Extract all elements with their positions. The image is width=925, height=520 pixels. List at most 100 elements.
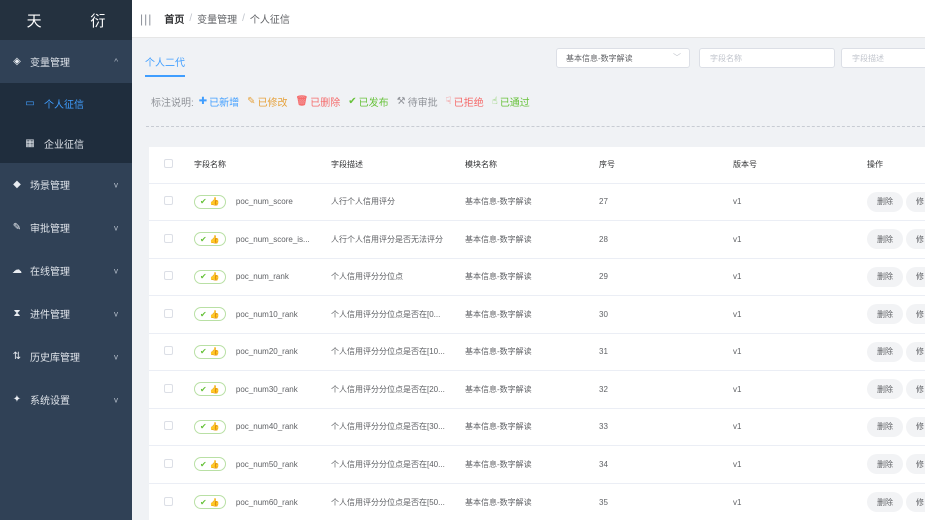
column-header: 版本号 [733, 147, 867, 183]
breadcrumb-variable-management[interactable]: 变量管理 [197, 11, 237, 26]
table-row[interactable]: ✔ 👍 poc_num20_rank 个人信用评分分位点是否在[10... 基本… [149, 332, 925, 371]
select-all-checkbox[interactable] [164, 159, 173, 169]
version: v1 [733, 182, 867, 221]
pencil-icon: ✎ [247, 96, 256, 107]
table-row[interactable]: ✔ 👍 poc_num_score 人行个人信用评分 基本信息-数字解读 27 … [149, 182, 925, 221]
delete-button[interactable]: 删除 [867, 341, 903, 362]
edit-button[interactable]: 修 [906, 229, 925, 250]
table-row[interactable]: ✔ 👍 poc_num60_rank 个人信用评分分位点是否在[50... 基本… [149, 482, 925, 520]
hamburger-icon[interactable]: ||| [140, 12, 152, 26]
sidebar-item-scene-management[interactable]: ◆ 场景管理 v [0, 163, 132, 206]
seq-number: 31 [599, 332, 733, 371]
sidebar-item-enterprise-credit[interactable]: ▦ 企业征信 [0, 123, 132, 163]
field-desc: 人行个人信用评分是否无法评分 [331, 220, 465, 258]
field-desc: 个人信用评分分位点是否在[40... [331, 445, 465, 483]
edit-button[interactable]: 修 [906, 379, 925, 400]
edit-button[interactable]: 修 [906, 304, 925, 325]
module-select-value: 基本信息-数字解读 [566, 54, 633, 63]
status-badge: ✔ 👍 [194, 232, 226, 247]
edit-button[interactable]: 修 [906, 416, 925, 437]
trash-icon: 🗑 [295, 96, 309, 107]
table-row[interactable]: ✔ 👍 poc_num40_rank 个人信用评分分位点是否在[30... 基本… [149, 407, 925, 446]
delete-button[interactable]: 删除 [867, 492, 903, 512]
cubes-icon: ◈ [13, 56, 21, 67]
check-icon: ✔ [200, 347, 207, 357]
sidebar-item-progress-management[interactable]: ⧗ 进件管理 v [0, 292, 132, 335]
row-checkbox[interactable] [164, 383, 173, 393]
table-header-row: 字段名称 字段描述 模块名称 序号 版本号 操作 [149, 147, 925, 183]
sidebar-item-online-management[interactable]: ☁ 在线管理 v [0, 249, 132, 292]
sidebar-item-system-settings[interactable]: ✦ 系统设置 v [0, 378, 132, 421]
edit-button[interactable]: 修 [906, 341, 925, 362]
module-select[interactable]: 基本信息-数字解读 ﹀ [556, 48, 690, 68]
delete-button[interactable]: 删除 [867, 229, 903, 250]
row-checkbox[interactable] [164, 233, 173, 243]
chevron-down-icon: v [114, 395, 118, 404]
field-name: poc_num30_rank [235, 384, 298, 394]
tab-personal-second-gen[interactable]: 个人二代 [145, 54, 185, 77]
legend-item-published: ✔ 已发布 [348, 94, 388, 109]
thumbs-up-icon: 👍 [209, 309, 220, 319]
delete-button[interactable]: 删除 [867, 379, 903, 400]
field-desc: 个人信用评分分位点是否在[30... [331, 407, 465, 446]
legend-text: 已通过 [499, 98, 530, 109]
row-checkbox[interactable] [164, 271, 173, 281]
edit-button[interactable]: 修 [906, 492, 925, 512]
row-checkbox[interactable] [164, 496, 173, 506]
sidebar-item-history-management[interactable]: ⇅ 历史库管理 v [0, 335, 132, 378]
sidebar-item-variable-management[interactable]: ◈ 变量管理 ^ [0, 40, 132, 83]
table-body: ✔ 👍 poc_num_score 人行个人信用评分 基本信息-数字解读 27 … [149, 182, 925, 520]
row-checkbox[interactable] [164, 346, 173, 356]
table-row[interactable]: ✔ 👍 poc_num10_rank 个人信用评分分位点是否在[0... 基本信… [149, 295, 925, 333]
field-name-input[interactable]: 字段名称 [699, 48, 835, 68]
seq-number: 27 [599, 182, 733, 221]
gavel-icon: ⚒ [396, 96, 406, 107]
row-checkbox[interactable] [164, 196, 173, 206]
field-name: poc_num10_rank [235, 309, 298, 319]
delete-button[interactable]: 删除 [867, 304, 903, 325]
sidebar-item-label: 企业征信 [44, 139, 84, 151]
edit-button[interactable]: 修 [906, 454, 925, 475]
module-name: 基本信息-数字解读 [465, 370, 599, 408]
row-checkbox[interactable] [164, 458, 173, 468]
legend-label: 标注说明: [151, 98, 194, 109]
delete-button[interactable]: 删除 [867, 266, 903, 287]
table-row[interactable]: ✔ 👍 poc_num_score_is... 人行个人信用评分是否无法评分 基… [149, 220, 925, 258]
row-checkbox[interactable] [164, 308, 173, 318]
divider [146, 126, 925, 127]
thumbs-up-icon: 👍 [209, 459, 220, 469]
delete-button[interactable]: 删除 [867, 416, 903, 437]
seq-number: 28 [599, 220, 733, 258]
chevron-down-icon: v [114, 309, 118, 318]
main-content: 个人二代 基本信息-数字解读 ﹀ 字段名称 字段描述 标注说明: ✚ 已新增 ✎… [132, 38, 925, 520]
delete-button[interactable]: 删除 [867, 191, 903, 212]
sidebar-item-approval-management[interactable]: ✎ 审批管理 v [0, 206, 132, 249]
field-desc: 个人信用评分分位点 [331, 257, 465, 296]
column-header: 字段描述 [331, 147, 465, 183]
table-row[interactable]: ✔ 👍 poc_num50_rank 个人信用评分分位点是否在[40... 基本… [149, 445, 925, 483]
table-row[interactable]: ✔ 👍 poc_num30_rank 个人信用评分分位点是否在[20... 基本… [149, 370, 925, 408]
field-desc: 个人信用评分分位点是否在[20... [331, 370, 465, 408]
breadcrumb-home[interactable]: 首页 [164, 11, 184, 26]
status-badge: ✔ 👍 [194, 419, 226, 434]
legend-item-pending: ⚒ 待审批 [397, 94, 438, 109]
breadcrumb-separator: / [189, 13, 193, 24]
legend-item-rejected: ☟ 已拒绝 [446, 94, 484, 109]
status-badge: ✔ 👍 [194, 457, 226, 472]
sidebar-item-personal-credit[interactable]: ▭ 个人征信 [0, 83, 132, 123]
check-icon: ✔ [200, 272, 207, 282]
edit-button[interactable]: 修 [906, 191, 925, 212]
delete-button[interactable]: 删除 [867, 454, 903, 475]
field-desc-input[interactable]: 字段描述 [841, 48, 925, 68]
sidebar: 天 衍 ◈ 变量管理 ^ ▭ 个人征信 ▦ 企业征信 ◆ 场景管理 v ✎ 审批… [0, 0, 132, 520]
field-name: poc_num_score_is... [235, 234, 310, 244]
table-row[interactable]: ✔ 👍 poc_num_rank 个人信用评分分位点 基本信息-数字解读 29 … [149, 257, 925, 296]
plus-icon: ✚ [198, 96, 208, 107]
thumbs-up-icon: 👍 [209, 384, 220, 394]
row-checkbox[interactable] [164, 421, 173, 431]
check-icon: ✔ [200, 197, 207, 207]
module-name: 基本信息-数字解读 [465, 407, 599, 446]
edit-button[interactable]: 修 [906, 266, 925, 287]
sidebar-item-label: 历史库管理 [30, 353, 80, 364]
thumbs-up-icon: 👍 [209, 272, 220, 282]
